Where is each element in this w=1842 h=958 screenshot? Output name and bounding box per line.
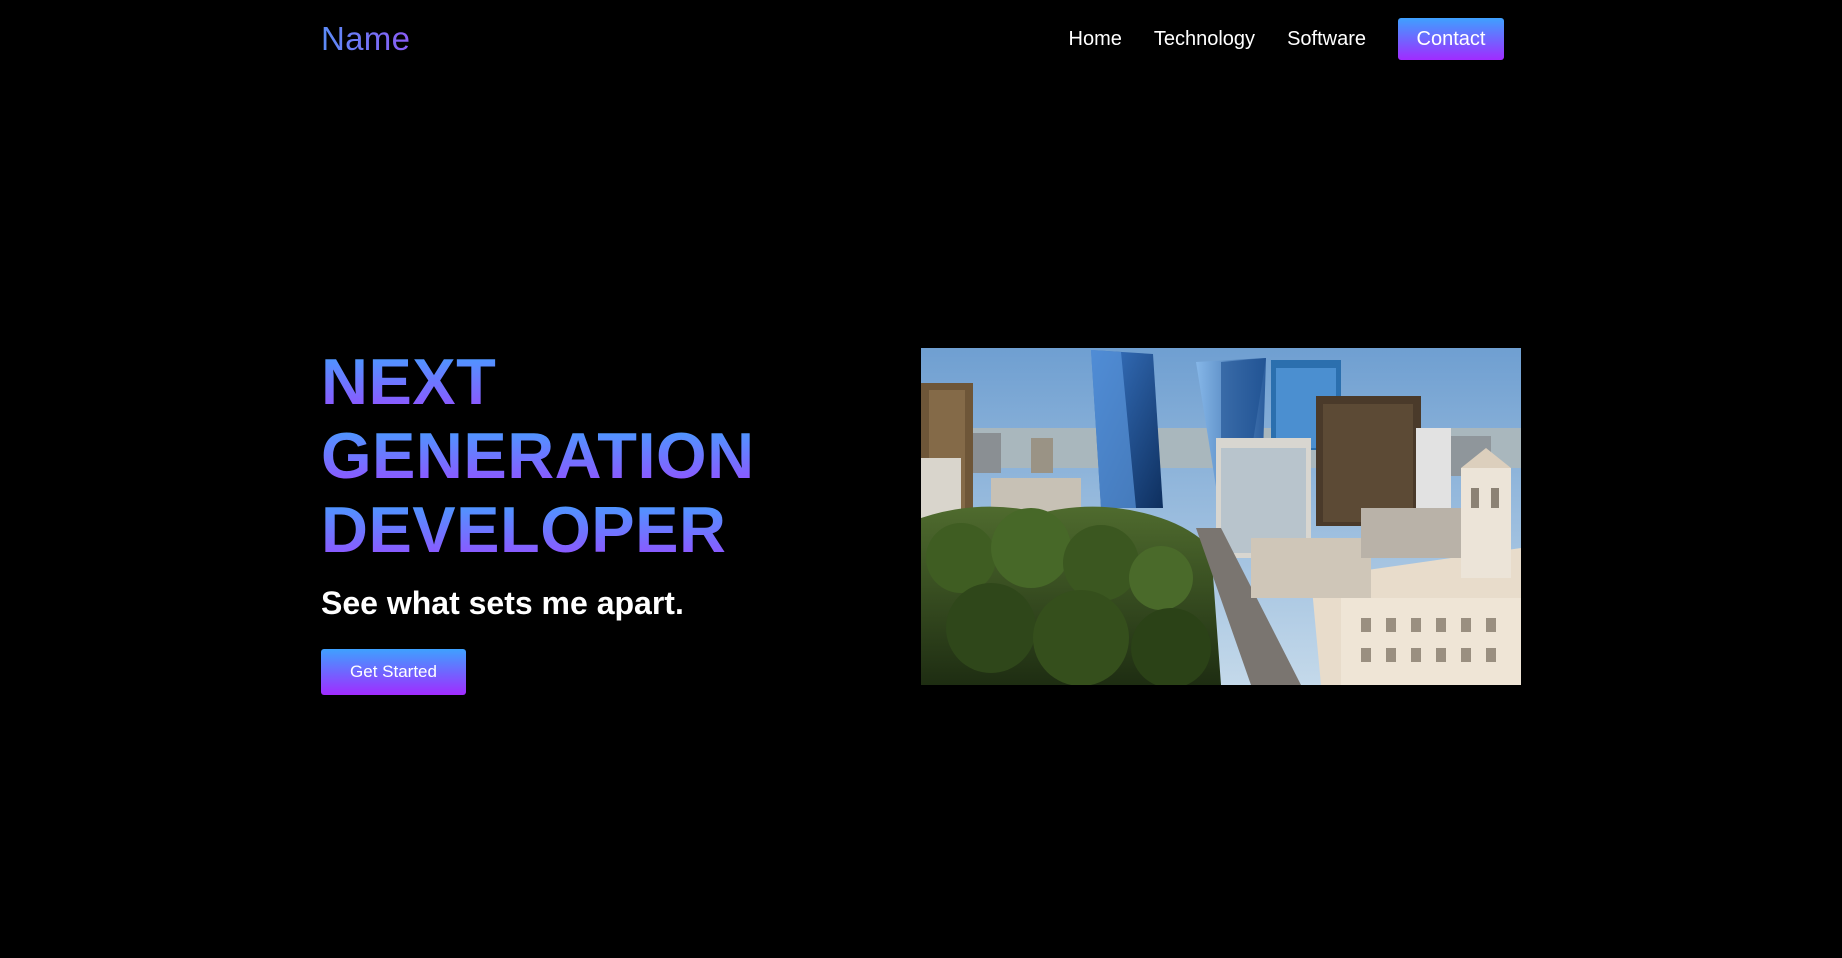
- page: Name Home Technology Software Contact NE…: [0, 0, 1842, 958]
- contact-button[interactable]: Contact: [1398, 18, 1504, 60]
- nav-link-software[interactable]: Software: [1287, 28, 1366, 51]
- hero-text: NEXT GENERATION DEVELOPER See what sets …: [321, 345, 881, 623]
- headline-line-3: DEVELOPER: [321, 493, 727, 566]
- hero-image: [921, 348, 1521, 685]
- hero-headline: NEXT GENERATION DEVELOPER: [321, 345, 881, 567]
- nav-link-technology[interactable]: Technology: [1154, 28, 1255, 51]
- brand-logo[interactable]: Name: [321, 20, 410, 58]
- headline-line-2: GENERATION: [321, 419, 755, 492]
- hero-tagline: See what sets me apart.: [321, 585, 684, 621]
- navbar: Name Home Technology Software Contact: [321, 18, 1504, 60]
- nav-links: Home Technology Software Contact: [1037, 18, 1504, 60]
- headline-line-1: NEXT: [321, 345, 497, 418]
- get-started-button[interactable]: Get Started: [321, 649, 466, 695]
- city-skyline-image: [921, 348, 1521, 685]
- nav-link-home[interactable]: Home: [1069, 28, 1122, 51]
